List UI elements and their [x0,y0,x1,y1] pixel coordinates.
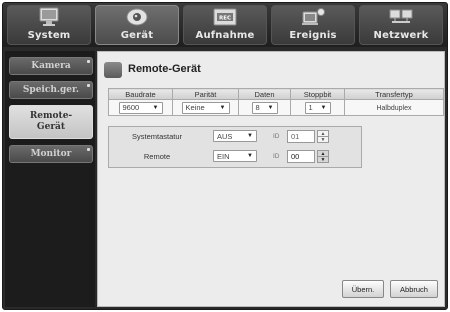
sidebar-item-kamera[interactable]: Kamera [9,57,93,75]
baudrate-value: 9600 [122,103,140,112]
id-label: ID [273,153,280,160]
id-label: ID [273,133,280,140]
serial-settings-table: Baudrate Parität Daten Stoppbit Transfer… [108,88,444,116]
column-header: Daten [238,88,291,100]
column-header: Baudrate [108,88,173,100]
settings-panel: Remote-Gerät Baudrate Parität Daten Stop… [97,51,445,307]
baudrate-select[interactable]: 9600 ▼ [118,101,163,114]
systemtastatur-value: AUS [217,131,233,141]
tab-netzwerk[interactable]: Netzwerk [359,5,443,45]
remote-label: Remote [143,152,171,161]
transfertyp-value: Halbduplex [376,105,412,112]
chevron-down-icon: ▼ [152,104,159,111]
remote-device-icon [104,62,122,78]
chevron-down-icon: ▼ [267,104,274,111]
chevron-down-icon: ▼ [247,153,253,159]
sidebar-item-label: Speich.ger. [22,85,80,95]
stoppbit-cell: 1 ▼ [290,99,345,116]
sidebar-item-label: Monitor [30,149,72,159]
event-icon [302,8,325,25]
cancel-button[interactable]: Abbruch [390,280,438,298]
page-title: Remote-Gerät [128,63,201,75]
daten-cell: 8 ▼ [238,99,291,116]
camera-icon [126,8,148,26]
tab-label: Aufnahme [195,30,255,41]
dvr-menu-screen: System Gerät REC Aufnahme Ereignis Netzw… [2,2,448,310]
tab-system[interactable]: System [7,5,91,45]
apply-button[interactable]: Übern. [342,280,384,298]
indicator-icon [87,60,90,63]
tab-label: Gerät [120,30,154,41]
top-menu-bar: System Gerät REC Aufnahme Ereignis Netzw… [3,3,447,47]
sidebar-item-label: Remote- Gerät [29,111,73,132]
tab-label: System [27,30,71,41]
chevron-down-icon[interactable]: ▼ [318,137,328,143]
paritaet-select[interactable]: Keine ▼ [181,101,230,114]
systemtastatur-row: Systemtastatur AUS ▼ ID 01 ▲ ▼ [109,127,363,147]
rec-icon: REC [213,8,237,26]
chevron-down-icon: ▼ [247,133,253,139]
remote-row: Remote EIN ▼ ID 00 ▲ ▼ [109,147,363,167]
systemtastatur-id-field[interactable]: 01 [287,130,315,143]
indicator-icon [87,148,90,151]
systemtastatur-select[interactable]: AUS ▼ [213,130,257,142]
monitor-icon [39,7,59,26]
tab-geraet[interactable]: Gerät [95,5,179,45]
systemtastatur-label: Systemtastatur [131,132,183,141]
tab-aufnahme[interactable]: REC Aufnahme [183,5,267,45]
paritaet-value: Keine [185,103,205,112]
svg-text:REC: REC [219,16,231,22]
remote-select[interactable]: EIN ▼ [213,150,257,162]
stoppbit-select[interactable]: 1 ▼ [304,101,331,114]
network-icon [389,9,413,23]
remote-settings-box: Systemtastatur AUS ▼ ID 01 ▲ ▼ Remote EI… [108,126,362,168]
chevron-down-icon: ▼ [320,104,327,111]
sidebar-item-monitor[interactable]: Monitor [9,145,93,163]
daten-value: 8 [255,103,260,112]
sidebar-item-label: Kamera [31,61,71,71]
remote-id-stepper[interactable]: ▲ ▼ [317,150,329,163]
sidebar-item-remote-geraet[interactable]: Remote- Gerät [9,105,93,139]
stoppbit-value: 1 [308,103,313,112]
systemtastatur-id-stepper[interactable]: ▲ ▼ [317,130,329,143]
daten-select[interactable]: 8 ▼ [251,101,278,114]
baudrate-cell: 9600 ▼ [108,99,173,116]
column-header: Stoppbit [290,88,345,100]
side-menu: Kamera Speich.ger. Remote- Gerät Monitor [5,51,95,307]
tab-ereignis[interactable]: Ereignis [271,5,355,45]
paritaet-cell: Keine ▼ [172,99,239,116]
chevron-down-icon[interactable]: ▼ [318,157,328,163]
column-header: Parität [172,88,239,100]
transfertyp-cell: Halbduplex [344,99,444,116]
chevron-down-icon: ▼ [219,104,226,111]
indicator-icon [87,84,90,87]
remote-id-field[interactable]: 00 [287,150,315,163]
tab-label: Netzwerk [373,30,429,41]
remote-value: EIN [217,151,230,161]
column-header: Transfertyp [344,88,444,100]
sidebar-item-speichgeraet[interactable]: Speich.ger. [9,81,93,99]
tab-label: Ereignis [289,30,337,41]
